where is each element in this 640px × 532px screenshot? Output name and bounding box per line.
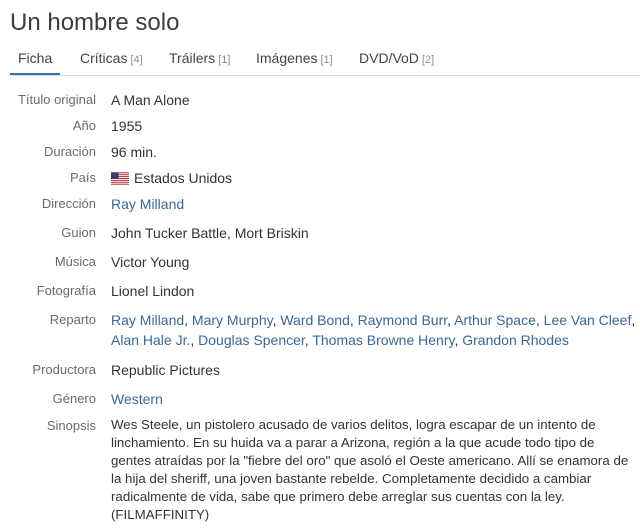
year-label: Año bbox=[72, 118, 96, 133]
original-title-value: A Man Alone bbox=[111, 92, 190, 108]
country-name: Estados Unidos bbox=[134, 170, 233, 186]
screenplay-value: John Tucker Battle, Mort Briskin bbox=[111, 225, 309, 241]
cast-member-link[interactable]: Thomas Browne Henry bbox=[312, 332, 454, 348]
duration-label: Duración bbox=[43, 144, 96, 159]
tab-imagenes[interactable]: Imágenes [1] bbox=[256, 46, 333, 73]
director-link[interactable]: Ray Milland bbox=[111, 196, 184, 212]
music-label: Música bbox=[54, 254, 96, 269]
tab-ficha[interactable]: Ficha bbox=[10, 46, 61, 75]
tab-count: [1] bbox=[320, 54, 333, 66]
cast-member-link[interactable]: Mary Murphy bbox=[192, 312, 273, 328]
tab-label: DVD/VoD bbox=[359, 50, 419, 66]
duration-value: 96 min. bbox=[111, 144, 157, 160]
genre-value-wrap: Western bbox=[111, 389, 640, 409]
cast-member-link[interactable]: Lee Van Cleef bbox=[544, 312, 632, 328]
tab-bar: Ficha Críticas [4] Tráilers [1] Imágenes [1… bbox=[10, 46, 640, 76]
tab-label: Ficha bbox=[18, 50, 53, 66]
cast-separator: , bbox=[184, 312, 192, 328]
tab-trailers[interactable]: Tráilers [1] bbox=[169, 46, 230, 73]
music-value: Victor Young bbox=[111, 254, 190, 270]
tab-criticas[interactable]: Críticas [4] bbox=[80, 46, 143, 73]
original-title-label: Título original bbox=[17, 92, 96, 107]
tab-label: Imágenes bbox=[256, 50, 318, 66]
synopsis-label: Sinopsis bbox=[46, 418, 96, 433]
producer-value: Republic Pictures bbox=[111, 362, 220, 378]
cast-member-link[interactable]: Ward Bond bbox=[280, 312, 350, 328]
us-flag-icon bbox=[111, 172, 129, 185]
cast-member-link[interactable]: Raymond Burr bbox=[358, 312, 447, 328]
cast-member-link[interactable]: Ray Milland bbox=[111, 312, 184, 328]
photography-label: Fotografía bbox=[36, 283, 96, 298]
cast-separator: , bbox=[190, 332, 199, 348]
cast-separator: , bbox=[349, 312, 358, 328]
page-title: Un hombre solo bbox=[10, 9, 180, 36]
tab-dvd-vod[interactable]: DVD/VoD [2] bbox=[359, 46, 434, 73]
country-label: País bbox=[69, 170, 96, 185]
genre-label: Género bbox=[52, 391, 96, 406]
tab-count: [2] bbox=[421, 54, 435, 66]
producer-label: Productora bbox=[32, 362, 96, 377]
cast-member-link[interactable]: Douglas Spencer bbox=[198, 332, 305, 348]
cast-separator: , bbox=[631, 312, 636, 328]
tab-count: [1] bbox=[218, 54, 231, 66]
country-value: Estados Unidos bbox=[111, 168, 640, 188]
movie-page: Un hombre solo Ficha Críticas [4] Tráiler… bbox=[0, 0, 640, 532]
synopsis-text: Wes Steele, un pistolero acusado de vari… bbox=[111, 417, 629, 522]
director-value-wrap: Ray Milland bbox=[111, 194, 640, 214]
cast-list: Ray Milland, Mary Murphy, Ward Bond, Ray… bbox=[111, 310, 640, 350]
cast-label: Reparto bbox=[49, 312, 96, 327]
cast-member-link[interactable]: Grandon Rhodes bbox=[462, 332, 569, 348]
photography-value: Lionel Lindon bbox=[111, 283, 195, 299]
cast-member-link[interactable]: Alan Hale Jr. bbox=[111, 332, 190, 348]
director-label: Dirección bbox=[41, 196, 96, 211]
year-value: 1955 bbox=[111, 118, 143, 134]
cast-separator: , bbox=[535, 312, 544, 328]
tab-label: Tráilers bbox=[169, 50, 216, 66]
cast-member-link[interactable]: Arthur Space bbox=[454, 312, 536, 328]
genre-link[interactable]: Western bbox=[111, 391, 163, 407]
tab-count: [4] bbox=[130, 54, 143, 66]
screenplay-label: Guion bbox=[61, 225, 96, 240]
tab-label: Críticas bbox=[80, 50, 128, 66]
